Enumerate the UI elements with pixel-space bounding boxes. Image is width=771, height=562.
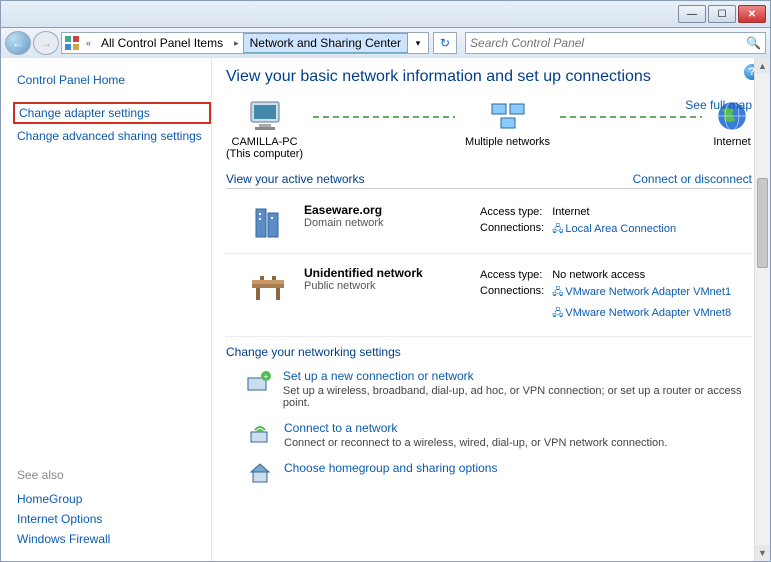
connect-disconnect-link[interactable]: Connect or disconnect <box>633 172 752 186</box>
connect-network-desc: Connect or reconnect to a wireless, wire… <box>284 437 667 449</box>
address-bar: ← → « All Control Panel Items ▸ Network … <box>0 28 771 58</box>
search-icon[interactable]: 🔍 <box>746 36 761 50</box>
breadcrumb-all-items[interactable]: All Control Panel Items <box>95 33 230 53</box>
local-area-connection-link[interactable]: Local Area Connection <box>565 223 676 235</box>
homegroup-sharing-link[interactable]: Choose homegroup and sharing options <box>284 461 497 475</box>
svg-text:+: + <box>264 372 269 381</box>
windows-firewall-link[interactable]: Windows Firewall <box>13 529 211 549</box>
this-computer-label: CAMILLA-PC <box>226 136 303 148</box>
close-button[interactable]: ✕ <box>738 5 766 23</box>
setup-connection-icon: + <box>246 369 273 395</box>
connections-label: Connections: <box>480 284 550 303</box>
network-type: Public network <box>304 280 464 292</box>
active-networks-header: View your active networks Connect or dis… <box>226 170 752 189</box>
network-name[interactable]: Unidentified network <box>304 266 464 280</box>
vmnet1-link[interactable]: VMware Network Adapter VMnet1 <box>565 286 731 298</box>
see-full-map-link[interactable]: See full map <box>685 98 752 112</box>
connections-label: Connections: <box>480 221 550 240</box>
scroll-down-button[interactable]: ▼ <box>755 545 770 561</box>
breadcrumb-chevron-icon[interactable]: « <box>82 38 95 48</box>
breadcrumb-network-center[interactable]: Network and Sharing Center <box>243 33 408 53</box>
connection-icon: 🖧 <box>552 224 563 235</box>
sidebar: Control Panel Home Change adapter settin… <box>1 58 211 561</box>
homegroup-sharing-item: Choose homegroup and sharing options <box>226 457 752 495</box>
access-type-value: Internet <box>552 205 682 219</box>
homegroup-link[interactable]: HomeGroup <box>13 489 211 509</box>
computer-icon <box>245 98 285 134</box>
vertical-scrollbar[interactable]: ▲ ▼ <box>754 58 770 561</box>
forward-button[interactable]: → <box>33 31 59 55</box>
network-line-icon <box>560 116 702 118</box>
vmnet8-link[interactable]: VMware Network Adapter VMnet8 <box>565 307 731 319</box>
search-box[interactable]: 🔍 <box>465 32 766 54</box>
breadcrumb-chevron-icon[interactable]: ▸ <box>230 38 243 49</box>
connect-network-item: Connect to a network Connect or reconnec… <box>226 417 752 457</box>
connect-network-icon <box>246 421 274 447</box>
setup-connection-desc: Set up a wireless, broadband, dial-up, a… <box>283 385 752 409</box>
this-computer-node[interactable]: CAMILLA-PC (This computer) <box>226 98 303 160</box>
see-also-section: See also HomeGroup Internet Options Wind… <box>13 465 211 549</box>
search-input[interactable] <box>470 36 746 50</box>
this-computer-sub: (This computer) <box>226 148 303 160</box>
change-adapter-settings-link[interactable]: Change adapter settings <box>13 102 211 124</box>
address-dropdown-icon[interactable]: ▾ <box>408 38 428 49</box>
active-networks-label: View your active networks <box>226 172 365 186</box>
connection-icon: 🖧 <box>552 287 563 298</box>
access-type-value: No network access <box>552 268 737 282</box>
network-item-unidentified: Unidentified network Public network Acce… <box>226 260 752 337</box>
maximize-button[interactable]: ☐ <box>708 5 736 23</box>
network-hub-icon <box>488 98 528 134</box>
control-panel-home-link[interactable]: Control Panel Home <box>13 70 211 90</box>
scroll-up-button[interactable]: ▲ <box>755 58 770 74</box>
internet-options-link[interactable]: Internet Options <box>13 509 211 529</box>
multiple-networks-label: Multiple networks <box>465 136 550 148</box>
network-name[interactable]: Easeware.org <box>304 203 464 217</box>
main-panel: ? View your basic network information an… <box>211 58 770 561</box>
internet-label: Internet <box>712 136 752 148</box>
homegroup-icon <box>246 461 274 487</box>
network-type: Domain network <box>304 217 464 229</box>
network-line-icon <box>313 116 455 118</box>
breadcrumb-bar[interactable]: « All Control Panel Items ▸ Network and … <box>61 32 429 54</box>
back-button[interactable]: ← <box>5 31 31 55</box>
connection-icon: 🖧 <box>552 308 563 319</box>
setup-connection-link[interactable]: Set up a new connection or network <box>283 369 752 383</box>
network-item-easeware: Easeware.org Domain network Access type:… <box>226 197 752 254</box>
public-network-icon <box>246 266 290 306</box>
multiple-networks-node[interactable]: Multiple networks <box>465 98 550 148</box>
domain-network-icon <box>246 203 290 243</box>
network-map: CAMILLA-PC (This computer) Multiple netw… <box>226 98 752 160</box>
change-settings-heading: Change your networking settings <box>226 345 752 359</box>
access-type-label: Access type: <box>480 268 550 282</box>
see-also-heading: See also <box>13 465 211 485</box>
scroll-thumb[interactable] <box>757 178 768 268</box>
page-title: View your basic network information and … <box>226 68 752 86</box>
access-type-label: Access type: <box>480 205 550 219</box>
window-titlebar: — ☐ ✕ <box>0 0 771 28</box>
refresh-button[interactable]: ↻ <box>433 32 457 54</box>
change-advanced-sharing-link[interactable]: Change advanced sharing settings <box>13 126 211 146</box>
connect-network-link[interactable]: Connect to a network <box>284 421 667 435</box>
setup-connection-item: + Set up a new connection or network Set… <box>226 365 752 417</box>
minimize-button[interactable]: — <box>678 5 706 23</box>
control-panel-icon <box>62 33 82 53</box>
